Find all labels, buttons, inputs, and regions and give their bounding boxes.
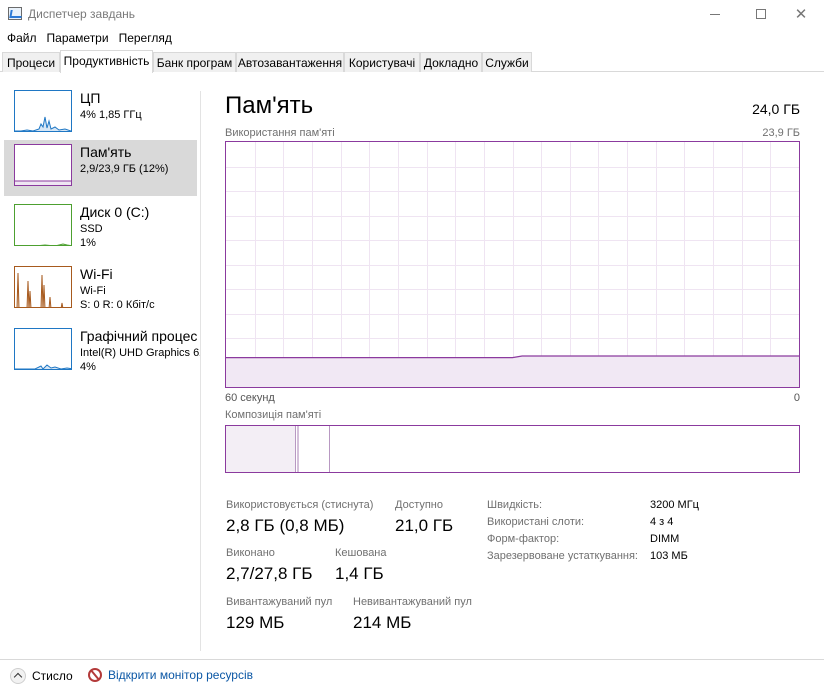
window-title: Диспетчер завдань: [28, 7, 136, 21]
sidebar-item-detail: Intel(R) UHD Graphics 62: [80, 347, 200, 359]
close-icon: ✕: [794, 5, 808, 23]
close-button[interactable]: ✕: [778, 0, 824, 28]
committed-value: 2,7/27,8 ГБ: [226, 564, 313, 583]
graph-axis-time-label: 60 секунд: [225, 392, 275, 404]
sidebar-item-detail: SSD: [80, 223, 103, 235]
paged-pool-value: 129 МБ: [226, 613, 285, 632]
maximize-icon: [756, 9, 766, 19]
usage-graph-label: Використання пам'яті: [225, 127, 335, 139]
tab-bar: Процеси Продуктивність Банк програм Авто…: [0, 50, 824, 73]
cached-label: Кешована: [335, 547, 387, 559]
hardware-reserved-value: 103 МБ: [650, 550, 688, 562]
form-factor-label: Форм-фактор:: [487, 533, 560, 545]
sidebar-item-throughput: S: 0 R: 0 Кбіт/с: [80, 299, 155, 311]
sidebar-item-usage: 1%: [80, 237, 96, 249]
gpu-thumbnail-graph: [14, 328, 72, 370]
sidebar-item-disk[interactable]: Диск 0 (C:) SSD 1%: [4, 200, 197, 256]
sidebar-item-title: Графічний процес: [80, 328, 198, 344]
paged-pool-label: Вивантажуваний пул: [226, 596, 333, 608]
minimize-icon: [710, 13, 720, 15]
speed-value: 3200 МГц: [650, 499, 699, 511]
sidebar-divider: [200, 91, 201, 651]
available-value: 21,0 ГБ: [395, 516, 454, 535]
task-manager-icon: [8, 7, 22, 20]
menu-bar: Файл Параметри Перегляд: [0, 28, 824, 48]
usage-graph-max: 23,9 ГБ: [762, 127, 800, 139]
sidebar-item-usage: 4%: [80, 361, 96, 373]
cpu-thumbnail-graph: [14, 90, 72, 132]
fewer-details-button[interactable]: Стисло: [10, 668, 73, 684]
in-use-label: Використовується (стиснута): [226, 499, 374, 511]
tab-services[interactable]: Служби: [482, 52, 532, 72]
disk-thumbnail-graph: [14, 204, 72, 246]
title-bar: Диспетчер завдань ✕: [0, 0, 824, 28]
usage-area: [226, 356, 799, 387]
sidebar-item-cpu[interactable]: ЦП 4% 1,85 ГГц: [4, 86, 197, 142]
sidebar-item-detail: Wi-Fi: [80, 285, 106, 297]
tab-performance[interactable]: Продуктивність: [60, 50, 153, 73]
minimize-button[interactable]: [692, 0, 738, 28]
hardware-reserved-label: Зарезервоване устаткування:: [487, 550, 638, 562]
memory-composition-bar: [225, 425, 800, 473]
nonpaged-pool-label: Невивантажуваний пул: [353, 596, 472, 608]
in-use-value: 2,8 ГБ (0,8 МБ): [226, 516, 345, 535]
sidebar-item-detail: 2,9/23,9 ГБ (12%): [80, 163, 169, 175]
graph-axis-zero-label: 0: [793, 392, 800, 404]
resource-monitor-icon: [88, 668, 102, 682]
sidebar-item-gpu[interactable]: Графічний процес Intel(R) UHD Graphics 6…: [4, 324, 200, 380]
sidebar-item-title: ЦП: [80, 90, 101, 106]
nonpaged-pool-value: 214 МБ: [353, 613, 412, 632]
slots-label: Використані слоти:: [487, 516, 585, 528]
available-label: Доступно: [395, 499, 444, 511]
tab-processes[interactable]: Процеси: [2, 52, 60, 72]
open-resource-monitor-link[interactable]: Відкрити монітор ресурсів: [88, 668, 253, 682]
memory-thumbnail-graph: [14, 144, 72, 186]
memory-usage-graph: [225, 141, 800, 388]
resource-monitor-label: Відкрити монітор ресурсів: [108, 668, 254, 682]
menu-options[interactable]: Параметри: [42, 28, 114, 48]
tab-details[interactable]: Докладно: [420, 52, 482, 72]
composition-in-use: [226, 426, 296, 472]
sidebar-item-title: Wi-Fi: [80, 266, 113, 282]
sidebar-item-wifi[interactable]: Wi-Fi Wi-Fi S: 0 R: 0 Кбіт/с: [4, 262, 197, 318]
wifi-thumbnail-graph: [14, 266, 72, 308]
menu-file[interactable]: Файл: [2, 28, 42, 48]
sidebar-item-title: Пам'ять: [80, 144, 132, 160]
menu-view[interactable]: Перегляд: [114, 28, 177, 48]
committed-label: Виконано: [226, 547, 275, 559]
slots-value: 4 з 4: [650, 516, 674, 528]
form-factor-value: DIMM: [650, 533, 680, 545]
footer-bar: Стисло Відкрити монітор ресурсів: [0, 659, 824, 699]
cached-value: 1,4 ГБ: [335, 564, 384, 583]
sidebar-item-memory[interactable]: Пам'ять 2,9/23,9 ГБ (12%): [4, 140, 197, 196]
fewer-details-label: Стисло: [32, 669, 73, 683]
composition-modified: [296, 426, 330, 472]
tab-app-history[interactable]: Банк програм: [153, 52, 236, 72]
sidebar-item-title: Диск 0 (C:): [80, 204, 150, 220]
chevron-up-icon: [10, 668, 26, 684]
composition-label: Композиція пам'яті: [225, 409, 322, 421]
tab-startup[interactable]: Автозавантаження: [236, 52, 344, 72]
sidebar-item-detail: 4% 1,85 ГГц: [80, 109, 142, 121]
total-memory: 24,0 ГБ: [752, 101, 800, 117]
tab-users[interactable]: Користувачі: [344, 52, 420, 72]
page-title: Пам'ять: [225, 92, 314, 119]
speed-label: Швидкість:: [487, 499, 543, 511]
performance-sidebar: ЦП 4% 1,85 ГГц Пам'ять 2,9/23,9 ГБ (12%)…: [0, 72, 200, 660]
